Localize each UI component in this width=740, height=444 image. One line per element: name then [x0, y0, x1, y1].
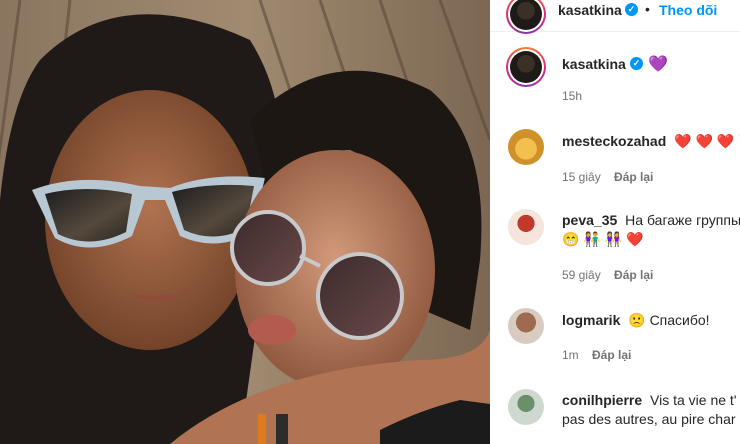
post-photo[interactable]: [0, 0, 490, 444]
comment-body: 🙁 Спасибо!: [628, 312, 710, 328]
post-header: kasatkina ✓ • Theo dõi: [490, 0, 740, 34]
comment-time[interactable]: 59 giây: [562, 268, 601, 282]
follow-button[interactable]: Theo dõi: [659, 2, 717, 18]
caption-verified-icon: ✓: [630, 57, 643, 70]
author-username[interactable]: kasatkina: [558, 2, 622, 18]
verified-badge-icon: ✓: [625, 3, 638, 16]
purple-heart-icon: 💜: [648, 56, 668, 73]
photo-illustration: [0, 0, 490, 444]
comment-text: mesteckozahad ❤️ ❤️ ❤️ 🏴: [562, 133, 740, 150]
commenter-avatar[interactable]: [508, 209, 544, 245]
reply-button[interactable]: Đáp lại: [614, 268, 653, 282]
comment-meta: 15 giây Đáp lại: [562, 170, 653, 184]
comment-text: logmarik 🙁 Спасибо!: [562, 312, 710, 329]
commenter-avatar[interactable]: [508, 129, 544, 165]
comment-username[interactable]: conilhpierre: [562, 392, 642, 408]
comment-text: peva_35 На багаже группы: [562, 212, 740, 228]
comment-meta: 1m Đáp lại: [562, 348, 631, 362]
comment-username[interactable]: logmarik: [562, 312, 620, 328]
caption-username[interactable]: kasatkina: [562, 56, 626, 72]
comment-text-continued: pas des autres, au pire char: [562, 411, 736, 427]
commenter-avatar[interactable]: [508, 308, 544, 344]
comment-time[interactable]: 15 giây: [562, 170, 601, 184]
reply-button[interactable]: Đáp lại: [592, 348, 631, 362]
comment-body: Vis ta vie ne t': [650, 392, 737, 408]
comment-meta: 59 giây Đáp lại: [562, 268, 653, 282]
comment-body: На багаже группы: [625, 212, 740, 228]
comment-username[interactable]: mesteckozahad: [562, 133, 666, 149]
author-avatar[interactable]: [506, 0, 546, 34]
caption-time[interactable]: 15h: [562, 89, 582, 103]
comment-emoji-line: 😁 👫 👭 ❤️: [562, 231, 644, 247]
separator-dot: •: [645, 1, 650, 17]
commenter-avatar[interactable]: [508, 389, 544, 425]
caption-avatar[interactable]: [506, 47, 546, 87]
comments-panel: kasatkina ✓ • Theo dõi kasatkina ✓ 💜 15h…: [490, 0, 740, 444]
comment-text: conilhpierre Vis ta vie ne t': [562, 392, 737, 408]
comment-time[interactable]: 1m: [562, 348, 579, 362]
comment-username[interactable]: peva_35: [562, 212, 617, 228]
reply-button[interactable]: Đáp lại: [614, 170, 653, 184]
comment-body: ❤️ ❤️ ❤️ 🏴: [674, 133, 740, 149]
